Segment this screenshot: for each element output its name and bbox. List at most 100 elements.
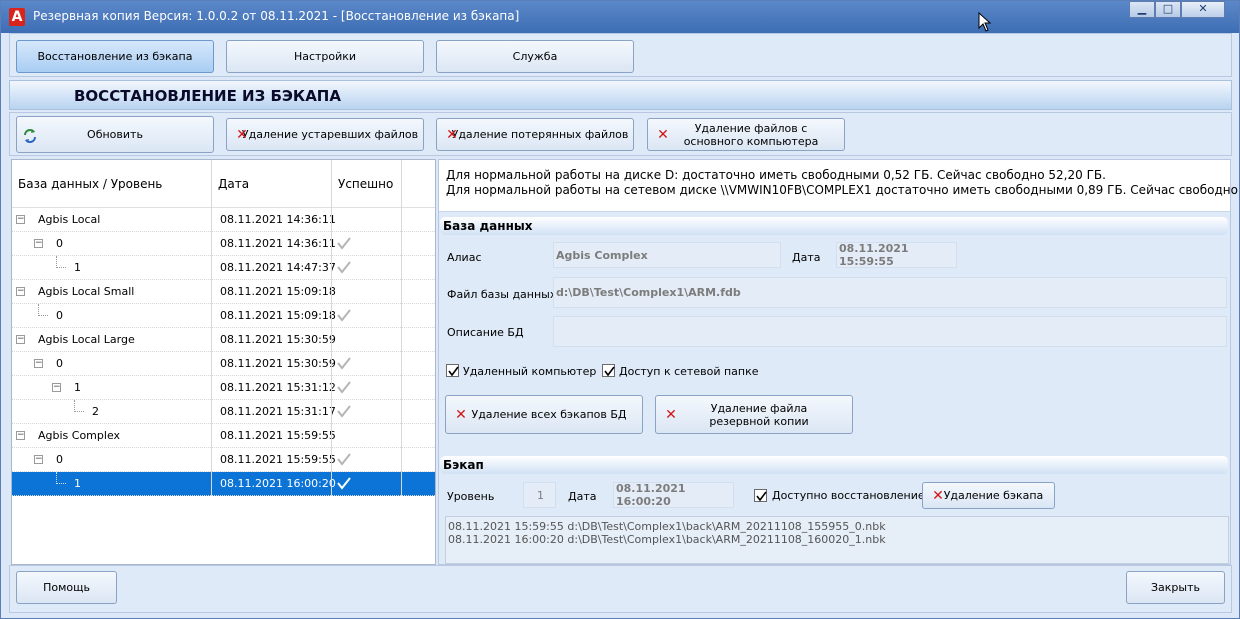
- tab-strip: Восстановление из бэкапа Настройки Служб…: [9, 33, 1232, 77]
- tree-row-name: Agbis Complex: [38, 429, 121, 442]
- tree-row[interactable]: − 0 08.11.2021 14:36:11: [12, 232, 435, 256]
- tree-row-name: Agbis Local: [38, 213, 101, 226]
- delete-backup-button[interactable]: ✕ Удаление бэкапа: [922, 482, 1055, 509]
- db-date-field[interactable]: 08.11.2021 15:59:55: [836, 242, 957, 268]
- column-header-success[interactable]: Успешно: [338, 160, 393, 208]
- remote-computer-checkbox[interactable]: [446, 364, 459, 377]
- alias-field[interactable]: Agbis Complex: [553, 242, 781, 268]
- app-window: A Резервная копия Версия: 1.0.0.2 от 08.…: [0, 0, 1240, 619]
- backup-group-title: Бэкап: [440, 456, 1228, 474]
- delete-main-computer-files-label: Удаление файлов с основного компьютера: [683, 121, 819, 148]
- tree-row-name: 2: [92, 405, 99, 418]
- backup-date-field[interactable]: 08.11.2021 16:00:20: [613, 482, 734, 508]
- column-header-db-level[interactable]: База данных / Уровень: [18, 160, 162, 208]
- red-x-icon: ✕: [446, 126, 458, 143]
- window-title: Резервная копия Версия: 1.0.0.2 от 08.11…: [33, 9, 520, 23]
- db-description-label: Описание БД: [447, 326, 524, 339]
- tree-row[interactable]: 1 08.11.2021 14:47:37: [12, 256, 435, 280]
- tab-restore-from-backup[interactable]: Восстановление из бэкапа: [16, 40, 214, 73]
- tree-row[interactable]: − 1 08.11.2021 15:31:12: [12, 376, 435, 400]
- tree-row-name: 1: [74, 477, 81, 490]
- tree-row[interactable]: − Agbis Local 08.11.2021 14:36:11: [12, 208, 435, 232]
- tree-row-date: 08.11.2021 15:09:18: [220, 285, 336, 298]
- tree-row[interactable]: − Agbis Local Small 08.11.2021 15:09:18: [12, 280, 435, 304]
- tree-row-name: 1: [74, 381, 81, 394]
- tab-settings[interactable]: Настройки: [226, 40, 424, 73]
- disk-info-network: Для нормальной работы на сетевом диске \…: [446, 183, 1240, 197]
- tree-row-name: 1: [74, 261, 81, 274]
- section-header: ВОССТАНОВЛЕНИЕ ИЗ БЭКАПА: [9, 80, 1232, 110]
- checkmark-icon: [337, 477, 351, 490]
- tree-connector: [74, 411, 84, 412]
- toolbar: Обновить ✕ Удаление устаревших файлов ✕ …: [9, 112, 1232, 156]
- tree-row-name: Agbis Local Large: [38, 333, 135, 346]
- tree-row-date: 08.11.2021 15:30:59: [220, 333, 336, 346]
- checkmark-icon: [337, 309, 351, 322]
- delete-old-files-label: Удаление устаревших файлов: [241, 128, 419, 141]
- tree-row-name: 0: [56, 357, 63, 370]
- tree-row[interactable]: 1 08.11.2021 16:00:20: [12, 472, 435, 496]
- tree-row-name: Agbis Local Small: [38, 285, 135, 298]
- refresh-icon: [24, 129, 36, 143]
- tree-row[interactable]: − Agbis Local Large 08.11.2021 15:30:59: [12, 328, 435, 352]
- tree-row-date: 08.11.2021 16:00:20: [220, 477, 336, 490]
- disk-info-local: Для нормальной работы на диске D: достат…: [446, 168, 1106, 182]
- checkmark-icon: [337, 261, 351, 274]
- close-window-button[interactable]: ✕: [1181, 1, 1225, 18]
- window-controls: ▁ □ ✕: [1129, 1, 1225, 19]
- maximize-button[interactable]: □: [1155, 1, 1181, 18]
- database-group-title: База данных: [440, 217, 1228, 235]
- delete-all-db-backups-button[interactable]: ✕ Удаление всех бэкапов БД: [445, 395, 643, 434]
- delete-lost-files-button[interactable]: ✕ Удаление потерянных файлов: [436, 118, 634, 151]
- collapse-minus-icon[interactable]: −: [16, 431, 25, 440]
- checkmark-icon: [337, 381, 351, 394]
- delete-main-computer-files-button[interactable]: ✕ Удаление файлов с основного компьютера: [647, 118, 845, 151]
- collapse-minus-icon[interactable]: −: [16, 335, 25, 344]
- tree-row[interactable]: − Agbis Complex 08.11.2021 15:59:55: [12, 424, 435, 448]
- tree-row[interactable]: − 0 08.11.2021 15:30:59: [12, 352, 435, 376]
- close-button[interactable]: Закрыть: [1126, 571, 1225, 604]
- restore-available-checkbox[interactable]: [754, 489, 767, 502]
- checkmark-icon: [756, 491, 767, 502]
- collapse-minus-icon[interactable]: −: [34, 455, 43, 464]
- tree-row[interactable]: − 0 08.11.2021 15:59:55: [12, 448, 435, 472]
- network-folder-checkbox[interactable]: [602, 364, 615, 377]
- backup-files-log[interactable]: 08.11.2021 15:59:55 d:\DB\Test\Complex1\…: [445, 516, 1229, 564]
- level-field[interactable]: 1: [523, 482, 556, 508]
- page-title: ВОССТАНОВЛЕНИЕ ИЗ БЭКАПА: [74, 87, 341, 105]
- network-folder-label: Доступ к сетевой папке: [619, 365, 759, 378]
- tree-row-name: 0: [56, 453, 63, 466]
- column-header-date[interactable]: Дата: [218, 160, 249, 208]
- db-description-field[interactable]: [553, 316, 1227, 347]
- red-x-icon: ✕: [657, 126, 669, 143]
- delete-backup-file-button[interactable]: ✕ Удаление файла резервной копии: [655, 395, 853, 434]
- delete-all-db-backups-label: Удаление всех бэкапов БД: [471, 408, 627, 421]
- minimize-button[interactable]: ▁: [1129, 1, 1155, 18]
- tab-service[interactable]: Служба: [436, 40, 634, 73]
- collapse-minus-icon[interactable]: −: [34, 359, 43, 368]
- collapse-minus-icon[interactable]: −: [34, 239, 43, 248]
- bottom-bar: Помощь Закрыть: [9, 565, 1232, 613]
- tree-row[interactable]: 2 08.11.2021 15:31:17: [12, 400, 435, 424]
- collapse-minus-icon[interactable]: −: [52, 383, 61, 392]
- tree-row-date: 08.11.2021 14:36:11: [220, 213, 336, 226]
- tree-row-name: 0: [56, 309, 63, 322]
- refresh-button[interactable]: Обновить: [16, 116, 214, 153]
- tree-connector: [56, 483, 66, 484]
- checkmark-icon: [337, 405, 351, 418]
- checkmark-icon: [337, 357, 351, 370]
- backup-tree-grid[interactable]: База данных / Уровень Дата Успешно − Agbi…: [11, 159, 436, 565]
- refresh-label: Обновить: [87, 128, 143, 141]
- collapse-minus-icon[interactable]: −: [16, 287, 25, 296]
- help-button[interactable]: Помощь: [16, 571, 117, 604]
- collapse-minus-icon[interactable]: −: [16, 215, 25, 224]
- tree-row[interactable]: 0 08.11.2021 15:09:18: [12, 304, 435, 328]
- delete-old-files-button[interactable]: ✕ Удаление устаревших файлов: [226, 118, 424, 151]
- db-date-label: Дата: [792, 251, 821, 264]
- restore-available-label: Доступно восстановление: [772, 489, 925, 502]
- tree-row-date: 08.11.2021 15:59:55: [220, 453, 336, 466]
- db-file-field[interactable]: d:\DB\Test\Complex1\ARM.fdb: [553, 277, 1227, 308]
- tree-row-date: 08.11.2021 15:59:55: [220, 429, 336, 442]
- red-x-icon: ✕: [932, 487, 944, 504]
- title-bar[interactable]: A Резервная копия Версия: 1.0.0.2 от 08.…: [1, 1, 1239, 33]
